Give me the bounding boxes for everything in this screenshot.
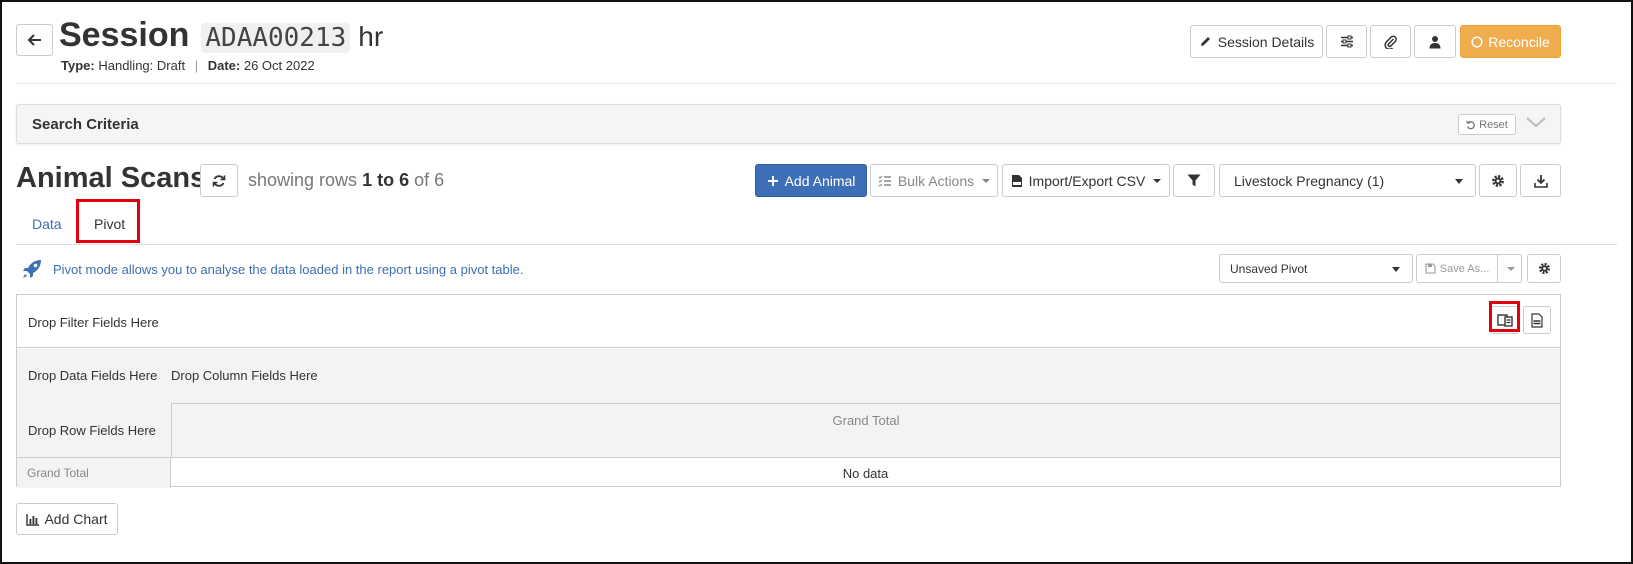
download-icon	[1533, 174, 1548, 188]
search-criteria-title: Search Criteria	[32, 116, 139, 133]
add-chart-label: Add Chart	[44, 511, 108, 527]
attachments-button[interactable]	[1370, 25, 1411, 58]
back-button[interactable]	[16, 24, 53, 56]
pivot-info-text: Pivot mode allows you to analyse the dat…	[53, 261, 524, 277]
reconcile-button[interactable]: Reconcile	[1460, 25, 1561, 58]
showing-range: 1 to 6	[362, 170, 410, 190]
tabs-divider	[16, 244, 1617, 245]
filter-button[interactable]	[1173, 164, 1215, 197]
add-animal-button[interactable]: Add Animal	[755, 164, 867, 197]
pivot-select[interactable]: Unsaved Pivot	[1219, 254, 1413, 283]
report-select[interactable]: Livestock Pregnancy (1)	[1219, 164, 1476, 197]
grand-total-row-label: Grand Total	[17, 458, 171, 488]
circle-outline-icon	[1471, 35, 1483, 48]
caret-down-icon	[1153, 178, 1162, 183]
sliders-icon	[1340, 35, 1353, 48]
reconcile-label: Reconcile	[1488, 33, 1550, 50]
csv-file-icon	[1011, 174, 1022, 187]
pencil-icon	[1200, 37, 1210, 46]
table-export-icon	[1497, 314, 1513, 327]
select-arrow-icon	[1455, 179, 1463, 184]
row-drop-zone[interactable]: Drop Row Fields Here	[28, 423, 156, 438]
chevron-down-icon[interactable]	[1525, 115, 1547, 129]
plus-icon	[767, 175, 778, 186]
bulk-actions-label: Bulk Actions	[897, 172, 975, 189]
grand-total-row: Grand Total No data	[17, 457, 1560, 488]
bar-chart-icon	[26, 513, 40, 526]
save-as-button[interactable]: Save As...	[1416, 254, 1498, 283]
grand-total-column-header: Grand Total	[171, 403, 1560, 457]
no-data-message: No data	[842, 466, 889, 481]
report-select-value: Livestock Pregnancy (1)	[1234, 172, 1385, 189]
refresh-button[interactable]	[200, 164, 238, 197]
import-export-label: Import/Export CSV	[1028, 172, 1146, 189]
tab-pivot[interactable]: Pivot	[94, 216, 125, 232]
arrow-left-icon	[27, 34, 41, 46]
type-value: Handling: Draft	[98, 58, 186, 73]
settings-sliders-button[interactable]	[1326, 25, 1367, 58]
save-as-label: Save As...	[1439, 262, 1490, 275]
export-xlsx-button[interactable]	[1523, 306, 1551, 334]
list-check-icon	[878, 175, 891, 187]
user-icon	[1429, 35, 1441, 48]
refresh-icon	[212, 174, 226, 187]
search-criteria-panel[interactable]: Search Criteria Reset	[16, 104, 1561, 144]
download-button[interactable]	[1520, 164, 1561, 197]
showing-total: of 6	[414, 170, 445, 190]
gear-icon	[1492, 174, 1504, 187]
add-chart-button[interactable]: Add Chart	[16, 503, 118, 535]
data-drop-zone[interactable]: Drop Data Fields Here	[28, 368, 157, 383]
page-title-text: Session	[59, 16, 190, 54]
filter-icon	[1187, 174, 1201, 187]
select-arrow-icon	[1392, 267, 1400, 272]
session-meta: Type: Handling: Draft | Date: 26 Oct 202…	[61, 58, 315, 73]
session-code: ADAA00213	[201, 23, 351, 53]
type-label: Type:	[61, 58, 95, 73]
pivot-info: Pivot mode allows you to analyse the dat…	[21, 258, 523, 280]
caret-down-icon	[982, 178, 991, 183]
date-value: 26 Oct 2022	[243, 58, 315, 73]
filter-drop-zone[interactable]: Drop Filter Fields Here	[17, 295, 1560, 348]
showing-prefix: showing rows	[248, 170, 358, 190]
app-frame: Session ADAA00213 hr Type: Handling: Dra…	[0, 0, 1633, 564]
rows-count: showing rows 1 to 6 of 6	[248, 170, 444, 191]
animal-scans-title: Animal Scans	[16, 162, 207, 194]
column-drop-zone[interactable]: Drop Column Fields Here	[171, 368, 318, 383]
page-title: Session ADAA00213 hr	[59, 16, 383, 55]
header-divider	[16, 83, 1617, 84]
date-label: Date:	[207, 58, 241, 73]
xlsx-file-icon	[1531, 312, 1543, 328]
session-details-button[interactable]: Session Details	[1190, 25, 1323, 58]
session-details-label: Session Details	[1217, 33, 1315, 50]
meta-separator: |	[194, 58, 199, 73]
reset-button[interactable]: Reset	[1458, 114, 1516, 135]
undo-icon	[1466, 120, 1475, 129]
tab-data[interactable]: Data	[32, 216, 62, 232]
gear-icon	[1538, 263, 1550, 274]
caret-down-icon	[1506, 266, 1515, 271]
paperclip-icon	[1383, 35, 1397, 49]
session-suffix: hr	[358, 21, 384, 52]
pivot-to-chart-button[interactable]	[1491, 306, 1519, 334]
save-as-dropdown-button[interactable]	[1498, 254, 1522, 283]
pivot-table: Drop Filter Fields Here Drop Data Fields…	[16, 294, 1561, 488]
report-settings-button[interactable]	[1479, 164, 1517, 197]
reset-label: Reset	[1479, 118, 1508, 131]
save-icon	[1425, 263, 1436, 274]
import-export-csv-button[interactable]: Import/Export CSV	[1002, 164, 1170, 197]
bulk-actions-button[interactable]: Bulk Actions	[870, 164, 998, 197]
user-button[interactable]	[1414, 25, 1456, 58]
pivot-settings-button[interactable]	[1527, 254, 1561, 283]
add-animal-label: Add Animal	[784, 172, 856, 189]
grand-total-header-label: Grand Total	[832, 413, 900, 428]
pivot-select-value: Unsaved Pivot	[1230, 261, 1308, 276]
filter-zone-label: Drop Filter Fields Here	[28, 315, 159, 330]
rocket-icon	[23, 260, 41, 278]
